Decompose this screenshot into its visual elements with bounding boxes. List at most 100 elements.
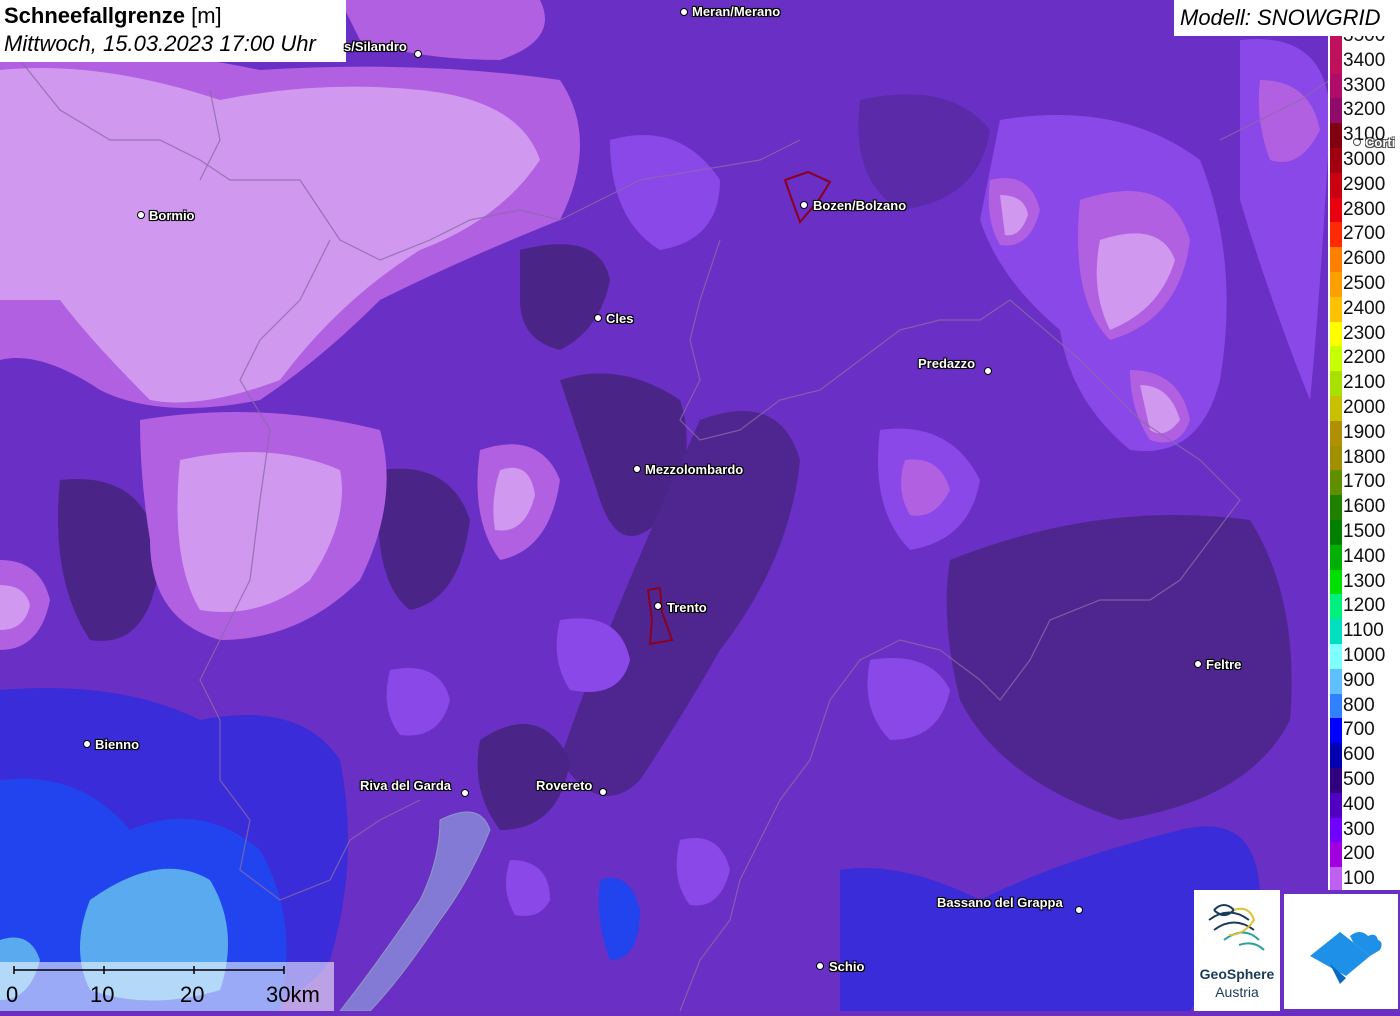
legend-row: 3000 — [1328, 148, 1400, 173]
legend-swatch — [1330, 544, 1342, 570]
legend-label: 2600 — [1343, 248, 1386, 270]
legend-row: 1000 — [1328, 644, 1400, 669]
city-label: Bormio — [149, 208, 195, 223]
legend-row: 2600 — [1328, 247, 1400, 272]
legend-swatch — [1330, 197, 1342, 223]
city-marker-icon — [816, 962, 824, 970]
legend-swatch — [1330, 768, 1342, 793]
legend-row: 1600 — [1328, 495, 1400, 520]
legend-swatch — [1330, 520, 1342, 545]
legend-row: 900 — [1328, 668, 1400, 694]
legend-row: 2500 — [1328, 272, 1400, 297]
legend-swatch — [1330, 73, 1342, 99]
city-marker-icon — [654, 602, 662, 610]
legend-swatch — [1330, 445, 1342, 471]
legend-label: 1800 — [1343, 446, 1386, 468]
geosphere-logo-country: Austria — [1215, 984, 1259, 1000]
legend-row: 1700 — [1328, 470, 1400, 496]
legend-swatch — [1330, 495, 1342, 520]
legend-row: 1100 — [1328, 619, 1400, 644]
legend-label: 400 — [1343, 793, 1375, 815]
legend-row: 2800 — [1328, 197, 1400, 223]
city-marker-icon — [1353, 138, 1361, 146]
city-label: Cles — [606, 311, 634, 326]
legend-row: 3200 — [1328, 98, 1400, 124]
city-label: Meran/Merano — [692, 4, 781, 19]
legend-label: 1100 — [1343, 620, 1384, 642]
legend-label: 3400 — [1343, 49, 1386, 71]
legend-label: 2000 — [1343, 397, 1386, 418]
snowfall-map[interactable] — [0, 0, 1400, 1011]
legend-label: 500 — [1343, 769, 1375, 790]
city-marker-icon — [633, 465, 641, 473]
legend-label: 2800 — [1343, 198, 1386, 220]
legend-row: 2700 — [1328, 222, 1400, 248]
legend-row: 2400 — [1328, 296, 1400, 322]
legend-row: 700 — [1328, 718, 1400, 744]
city-marker-icon — [680, 8, 688, 16]
legend-label: 300 — [1343, 818, 1375, 840]
legend-swatch — [1330, 743, 1342, 768]
city-marker-icon — [1075, 906, 1083, 914]
scale-label-0: 0 — [6, 982, 19, 1007]
model-label: Modell: SNOWGRID — [1174, 0, 1400, 36]
legend-label: 3000 — [1343, 149, 1386, 170]
app-logo[interactable] — [1284, 894, 1398, 1009]
legend-label: 1500 — [1343, 521, 1386, 542]
legend-row: 2300 — [1328, 321, 1400, 347]
city-marker-icon — [461, 789, 469, 797]
legend-swatch — [1330, 36, 1342, 49]
legend-swatch — [1330, 272, 1342, 297]
legend-swatch — [1330, 396, 1342, 421]
legend-label: 1600 — [1343, 496, 1386, 518]
legend-swatch — [1330, 594, 1342, 620]
snow-cloud-icon — [1310, 932, 1382, 984]
city-marker-icon — [984, 367, 992, 375]
map-timestamp: Mittwoch, 15.03.2023 17:00 Uhr — [4, 31, 316, 56]
city-label: s/Silandro — [344, 39, 407, 54]
legend-label: 1400 — [1343, 545, 1386, 567]
legend-swatch — [1330, 222, 1342, 248]
scale-bar: 0 10 20 30km — [0, 962, 334, 1011]
legend-row: 1800 — [1328, 445, 1400, 471]
legend-label: 2300 — [1343, 322, 1386, 344]
legend-swatch — [1330, 98, 1342, 124]
legend-row: 600 — [1328, 743, 1400, 768]
legend-label: 800 — [1343, 694, 1375, 716]
legend-row: 3400 — [1328, 48, 1400, 74]
legend-swatch — [1330, 296, 1342, 322]
legend-row: 1400 — [1328, 544, 1400, 570]
legend-swatch — [1330, 346, 1342, 372]
title-box: Schneefallgrenze [m] Mittwoch, 15.03.202… — [0, 0, 346, 62]
legend-row: 2100 — [1328, 371, 1400, 396]
legend-row: 1200 — [1328, 594, 1400, 620]
city-marker-icon — [1194, 660, 1202, 668]
legend-label: 2200 — [1343, 347, 1386, 369]
city-label: Trento — [667, 600, 707, 615]
legend-label: 1300 — [1343, 570, 1386, 592]
city-label: Corti — [1365, 136, 1396, 150]
legend-label: 1700 — [1343, 471, 1386, 493]
legend-label: 600 — [1343, 744, 1375, 766]
legend-label: 2500 — [1343, 273, 1386, 294]
legend-row: 1300 — [1328, 569, 1400, 595]
legend-label: 1200 — [1343, 595, 1386, 617]
legend-label: 700 — [1343, 719, 1375, 741]
legend-swatch — [1330, 644, 1342, 669]
city-marker-icon — [594, 314, 602, 322]
legend-swatch — [1330, 693, 1342, 719]
legend-swatch — [1330, 668, 1342, 694]
legend-row: 1500 — [1328, 520, 1400, 545]
legend-label: 1000 — [1343, 645, 1386, 666]
legend-swatch — [1330, 619, 1342, 644]
legend-label: 2400 — [1343, 297, 1386, 319]
legend-swatch — [1330, 867, 1342, 890]
legend-label: 2900 — [1343, 173, 1386, 195]
geosphere-logo[interactable]: GeoSphere Austria — [1194, 890, 1280, 1011]
legend-label: 100 — [1343, 868, 1375, 890]
legend-row: 3500 — [1328, 36, 1400, 49]
legend-swatch — [1330, 48, 1342, 74]
city-marker-icon — [83, 740, 91, 748]
legend-swatch — [1330, 247, 1342, 272]
legend-label: 3500 — [1343, 36, 1385, 49]
